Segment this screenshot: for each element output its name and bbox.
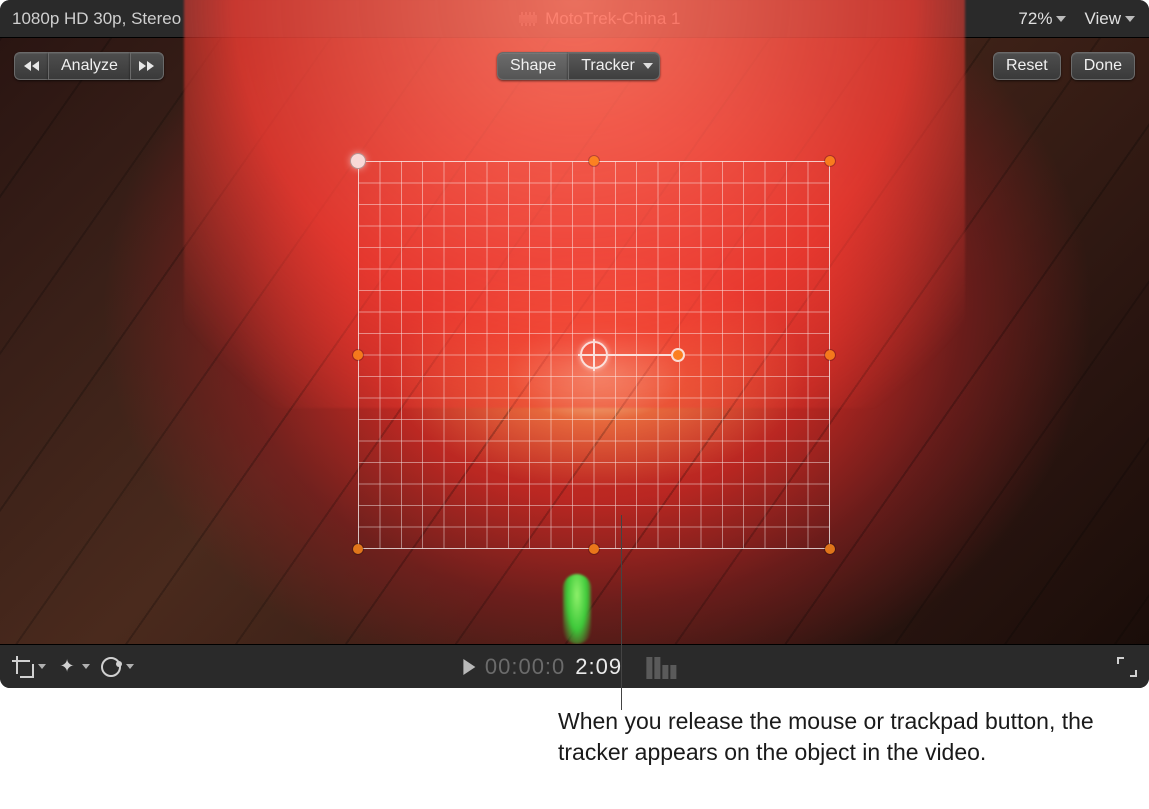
fullscreen-button[interactable] — [1117, 657, 1137, 677]
playhead-area: 00:00:0 2:09 — [463, 654, 686, 680]
analyze-forward-button[interactable] — [130, 52, 164, 80]
chevron-down-icon — [1125, 16, 1135, 22]
tracker-handle-right[interactable] — [825, 350, 835, 360]
viewer-bottom-bar: ✦ 00:00:0 2:09 — [0, 644, 1149, 688]
tracker-handle-bottom-right[interactable] — [825, 544, 835, 554]
reset-button[interactable]: Reset — [993, 52, 1061, 80]
chevron-down-icon — [126, 664, 134, 669]
mode-shape-label: Shape — [510, 57, 556, 75]
fastforward-icon — [139, 61, 146, 71]
tracker-handle-bottom-left[interactable] — [353, 544, 363, 554]
mode-shape-button[interactable]: Shape — [497, 52, 568, 80]
crop-icon — [14, 658, 32, 676]
reset-label: Reset — [1006, 57, 1048, 75]
analyze-label: Analyze — [61, 57, 118, 75]
chevron-down-icon — [643, 63, 653, 69]
enhance-tool[interactable]: ✦ — [56, 656, 90, 678]
retime-icon — [101, 657, 121, 677]
tracker-handle-top-left[interactable] — [351, 154, 365, 168]
view-menu[interactable]: View — [1084, 9, 1135, 29]
chevron-down-icon — [1056, 16, 1066, 22]
analyze-segment: Analyze — [14, 52, 164, 80]
analyze-back-button[interactable] — [14, 52, 48, 80]
zoom-menu[interactable]: 72% — [1018, 9, 1066, 29]
viewer-canvas[interactable]: Analyze Shape Tracker Reset — [0, 38, 1149, 644]
clip-format-label: 1080p HD 30p, Stereo — [0, 9, 181, 29]
zoom-value: 72% — [1018, 9, 1052, 29]
callout-line — [621, 515, 622, 710]
retime-tool[interactable] — [100, 656, 134, 678]
tracker-center-target[interactable] — [580, 341, 608, 369]
transform-tools: ✦ — [12, 656, 134, 678]
mode-segment: Shape Tracker — [497, 52, 660, 80]
play-button[interactable] — [463, 659, 475, 675]
tracker-offset-line — [608, 354, 678, 356]
view-menu-label: View — [1084, 9, 1121, 29]
tracker-region[interactable] — [358, 161, 830, 549]
fastforward-icon — [147, 61, 154, 71]
timecode-bright: 2:09 — [575, 654, 622, 680]
timecode-dim: 00:00:0 — [485, 654, 565, 680]
magic-wand-icon: ✦ — [56, 656, 78, 678]
tracker-handle-top-right[interactable] — [825, 156, 835, 166]
rewind-icon — [24, 61, 31, 71]
tracker-handle-top[interactable] — [589, 156, 599, 166]
viewer-overlay-controls: Analyze Shape Tracker Reset — [0, 52, 1149, 80]
callout-caption: When you release the mouse or trackpad b… — [558, 706, 1118, 768]
done-button[interactable]: Done — [1071, 52, 1135, 80]
mode-tracker-select[interactable]: Tracker — [568, 52, 660, 80]
viewer-window: 1080p HD 30p, Stereo MotoTrek-China 1 72… — [0, 0, 1149, 688]
audio-skimming-icon[interactable] — [646, 655, 686, 679]
analyze-button[interactable]: Analyze — [48, 52, 130, 80]
tracker-offset-handle[interactable] — [671, 348, 685, 362]
chevron-down-icon — [38, 664, 46, 669]
tracker-handle-left[interactable] — [353, 350, 363, 360]
done-label: Done — [1084, 57, 1122, 75]
crop-tool[interactable] — [12, 656, 46, 678]
tracker-handle-bottom[interactable] — [589, 544, 599, 554]
rewind-icon — [32, 61, 39, 71]
chevron-down-icon — [82, 664, 90, 669]
video-frame-stem — [563, 574, 591, 644]
mode-tracker-label: Tracker — [581, 57, 635, 75]
